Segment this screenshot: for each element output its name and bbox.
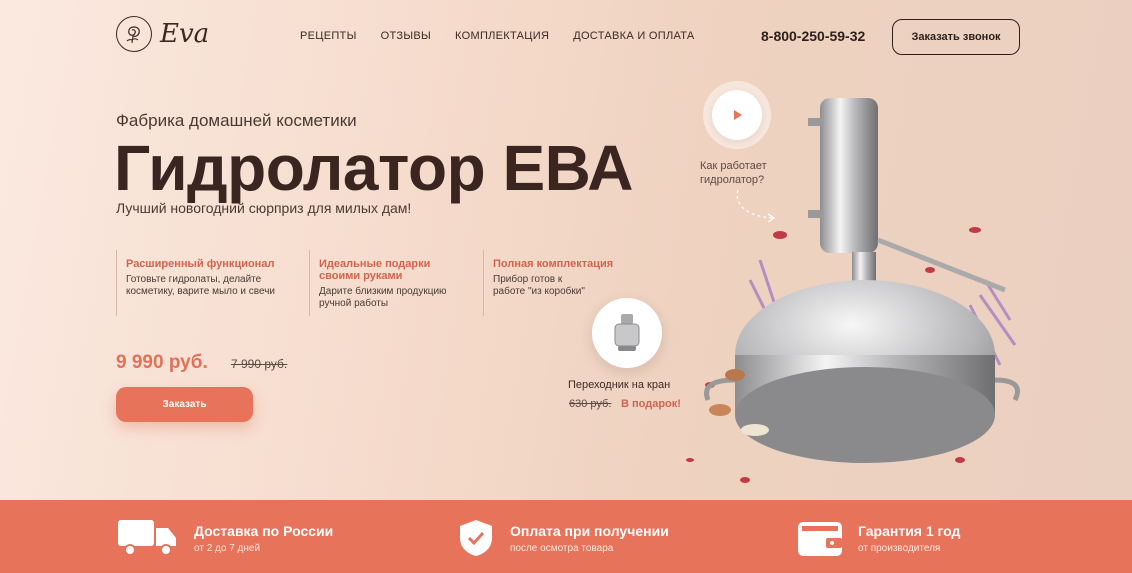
benefit-item: Гарантия 1 год от производителя — [796, 518, 960, 558]
wallet-icon — [798, 522, 842, 556]
adapter-label: Переходник на кран — [568, 379, 671, 391]
feature-title: Расширенный функционал — [126, 258, 275, 270]
feature-desc: Готовьте гидролаты, делайте косметику, в… — [126, 274, 276, 297]
benefit-item: Оплата при получении после осмотра товар… — [456, 518, 669, 558]
benefit-desc: после осмотра товара — [510, 543, 614, 554]
phone-number[interactable]: 8-800-250-59-32 — [761, 28, 865, 44]
rose-logo-icon — [116, 16, 152, 52]
logo-text: Eva — [160, 19, 210, 49]
order-button[interactable]: Заказать — [116, 387, 253, 422]
benefit-title: Доставка по России — [194, 523, 334, 539]
benefit-title: Оплата при получении — [510, 523, 669, 539]
hero-tagline: Лучший новогодний сюрприз для милых дам! — [116, 200, 412, 216]
hydrolator-product-image — [686, 98, 1020, 483]
logo[interactable]: Eva — [116, 16, 209, 52]
benefit-item: Доставка по России от 2 до 7 дней — [116, 518, 333, 558]
feature-title: Идеальные подарки своими руками — [319, 258, 431, 282]
benefit-desc: от производителя — [858, 543, 941, 554]
price: 9 990 руб. — [116, 352, 208, 373]
main-nav: РЕЦЕПТЫ ОТЗЫВЫ КОМПЛЕКТАЦИЯ ДОСТАВКА И О… — [300, 30, 695, 42]
page-title: Гидролатор ЕВА — [114, 132, 633, 204]
benefits-bar: Доставка по России от 2 до 7 дней Оплата… — [0, 500, 1132, 573]
feature-desc: Дарите близким продукцию ручной работы — [319, 286, 447, 309]
adapter-gift-badge: В подарок! — [621, 398, 681, 410]
feature-list: Расширенный функционал Готовьте гидролат… — [116, 250, 676, 316]
benefit-desc: от 2 до 7 дней — [194, 543, 261, 554]
nav-kit[interactable]: КОМПЛЕКТАЦИЯ — [455, 30, 549, 42]
adapter-image[interactable] — [592, 298, 662, 368]
nav-reviews[interactable]: ОТЗЫВЫ — [381, 30, 431, 42]
feature-desc: Прибор готов к работе "из коробки" — [493, 274, 585, 297]
feature-item: Расширенный функционал Готовьте гидролат… — [116, 250, 309, 316]
feature-title: Полная комплектация — [493, 258, 614, 270]
truck-icon — [118, 520, 176, 556]
old-price: 7 990 руб. — [231, 357, 288, 371]
callback-button[interactable]: Заказать звонок — [892, 19, 1020, 55]
shield-check-icon — [460, 520, 492, 556]
nav-recipes[interactable]: РЕЦЕПТЫ — [300, 30, 357, 42]
nav-delivery[interactable]: ДОСТАВКА И ОПЛАТА — [573, 30, 694, 42]
feature-item: Идеальные подарки своими руками Дарите б… — [309, 250, 483, 316]
hero-subtitle: Фабрика домашней косметики — [116, 111, 357, 130]
adapter-old-price: 630 руб. — [569, 398, 612, 410]
benefit-title: Гарантия 1 год — [858, 523, 961, 539]
adapter-icon — [614, 314, 640, 351]
